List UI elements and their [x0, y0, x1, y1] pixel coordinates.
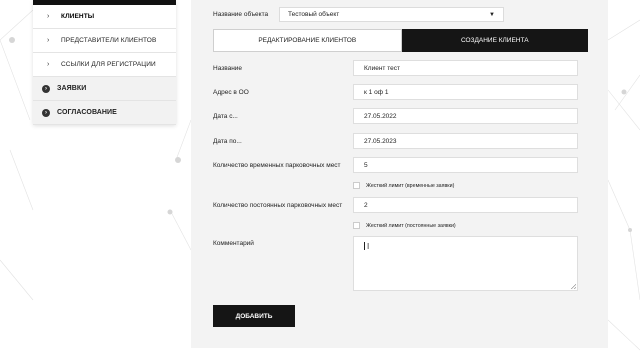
- name-row: Название Клиент тест: [213, 60, 578, 76]
- sidebar-item-label: Представители клиентов: [61, 37, 157, 44]
- object-select-value: Тестовый объект: [288, 11, 340, 18]
- chevron-right-icon: ›: [47, 61, 50, 68]
- date-from-row: Дата с... 27.05.2022: [213, 108, 578, 124]
- text-cursor-icon: I: [367, 242, 370, 251]
- temp-places-label: Количество временных парковочных мест: [213, 161, 341, 169]
- tab-edit-clients[interactable]: Редактирование клиентов: [213, 29, 402, 52]
- sidebar-item-approval[interactable]: › Согласование: [33, 101, 176, 125]
- chevron-right-icon: ›: [47, 37, 50, 44]
- temp-places-row: Количество временных парковочных мест 5: [213, 157, 578, 173]
- object-select[interactable]: Тестовый объект ▼: [279, 7, 504, 22]
- date-to-row: Дата по... 27.05.2023: [213, 133, 578, 149]
- perm-limit-row: Жесткий лимит (постоянные заявки): [353, 222, 456, 229]
- caret-down-icon: ▼: [489, 12, 495, 18]
- name-label: Название: [213, 64, 243, 72]
- date-from-label: Дата с...: [213, 112, 238, 120]
- sidebar-item-label: Согласование: [57, 109, 117, 116]
- sidebar-item-clients[interactable]: › Клиенты: [33, 5, 176, 29]
- address-input[interactable]: к 1 оф 1: [353, 84, 578, 100]
- sidebar-item-label: Ссылки для регистрации: [61, 61, 156, 68]
- temp-limit-checkbox[interactable]: [353, 182, 360, 189]
- perm-places-input[interactable]: 2: [353, 197, 578, 213]
- chevron-right-circle-icon: ›: [42, 108, 50, 117]
- text-caret: [364, 242, 365, 250]
- sidebar-item-client-representatives[interactable]: › Представители клиентов: [33, 29, 176, 53]
- tab-create-client[interactable]: Создание клиента: [401, 29, 588, 52]
- date-to-input[interactable]: 27.05.2023: [353, 133, 578, 149]
- temp-places-input[interactable]: 5: [353, 157, 578, 173]
- comment-row: Комментарий: [213, 240, 353, 247]
- chevron-right-circle-icon: ›: [42, 84, 50, 93]
- resize-handle-icon[interactable]: [571, 284, 576, 289]
- sidebar-item-label: Заявки: [57, 85, 87, 92]
- perm-limit-label: Жесткий лимит (постоянные заявки): [366, 222, 456, 229]
- sidebar: › Клиенты › Представители клиентов › Ссы…: [33, 0, 176, 125]
- comment-label: Комментарий: [213, 240, 254, 247]
- comment-textarea[interactable]: I: [353, 236, 578, 291]
- date-to-label: Дата по...: [213, 137, 242, 145]
- address-label: Адрес в ОО: [213, 88, 249, 96]
- temp-limit-row: Жесткий лимит (временные заявки): [353, 182, 454, 189]
- perm-places-label: Количество постоянных парковочных мест: [213, 201, 343, 209]
- chevron-right-icon: ›: [47, 13, 50, 20]
- tabs: Редактирование клиентов Создание клиента: [213, 29, 588, 52]
- object-row: Название объекта Тестовый объект ▼: [213, 7, 504, 22]
- sidebar-item-registration-links[interactable]: › Ссылки для регистрации: [33, 53, 176, 77]
- sidebar-item-requests[interactable]: › Заявки: [33, 77, 176, 101]
- perm-limit-checkbox[interactable]: [353, 222, 360, 229]
- name-input[interactable]: Клиент тест: [353, 60, 578, 76]
- temp-limit-label: Жесткий лимит (временные заявки): [366, 182, 455, 189]
- object-label: Название объекта: [213, 11, 269, 18]
- perm-places-row: Количество постоянных парковочных мест 2: [213, 197, 578, 213]
- sidebar-item-label: Клиенты: [61, 13, 95, 20]
- date-from-input[interactable]: 27.05.2022: [353, 108, 578, 124]
- address-row: Адрес в ОО к 1 оф 1: [213, 84, 578, 100]
- main-panel: Название объекта Тестовый объект ▼ Редак…: [191, 0, 608, 348]
- add-button[interactable]: Добавить: [213, 305, 295, 327]
